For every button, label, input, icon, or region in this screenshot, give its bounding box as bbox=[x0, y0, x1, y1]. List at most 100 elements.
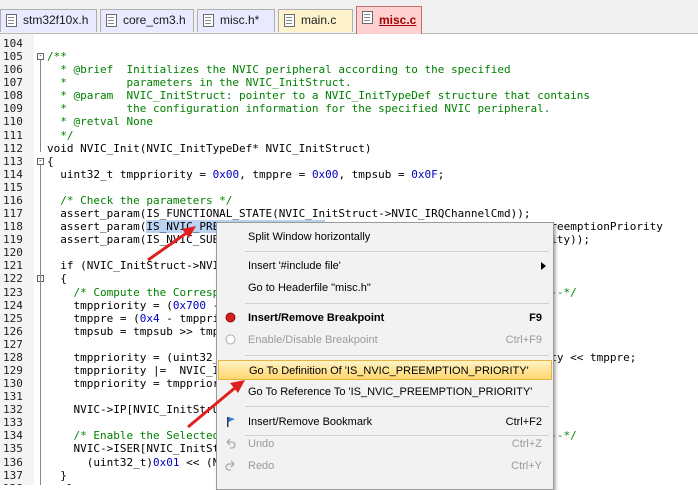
line-number: 129 bbox=[3, 364, 23, 377]
line-number: 128 bbox=[3, 350, 23, 364]
tab-label: misc.h* bbox=[220, 13, 260, 27]
menu-separator bbox=[245, 303, 549, 304]
menu-shortcut: Ctrl+F2 bbox=[505, 416, 542, 428]
line-number: 130 bbox=[3, 377, 23, 391]
tab-label: misc.c bbox=[379, 13, 417, 27]
fold-guide bbox=[40, 60, 41, 152]
code-line[interactable]: 109 * the configuration information for … bbox=[0, 102, 698, 115]
tab-label: main.c bbox=[301, 13, 337, 27]
line-number: 107 bbox=[3, 76, 23, 90]
fold-guide bbox=[40, 164, 41, 485]
line-number: 113 bbox=[3, 154, 23, 168]
menu-item-label: Go To Definition Of 'IS_NVIC_PREEMPTION_… bbox=[249, 365, 529, 377]
line-number: 117 bbox=[3, 207, 23, 221]
menu-shortcut: Ctrl+Z bbox=[511, 438, 542, 450]
code-text: { bbox=[47, 154, 54, 168]
tab-main-c[interactable]: main.c bbox=[278, 9, 353, 32]
menu-item-label: Insert/Remove Breakpoint bbox=[248, 312, 385, 324]
menu-item-goto-reference[interactable]: Go To Reference To 'IS_NVIC_PREEMPTION_P… bbox=[218, 382, 552, 402]
file-icon bbox=[203, 14, 214, 27]
menu-item-enable-disable-breakpoint[interactable]: Enable/Disable Breakpoint Ctrl+F9 bbox=[218, 330, 552, 350]
menu-item-insert-remove-bookmark[interactable]: Insert/Remove Bookmark Ctrl+F2 bbox=[218, 412, 552, 432]
code-line[interactable]: 107 * parameters in the NVIC_InitStruct. bbox=[0, 76, 698, 89]
menu-item-label: Insert '#include file' bbox=[248, 260, 341, 272]
code-line[interactable]: 105 /** bbox=[0, 50, 698, 63]
line-number: 135 bbox=[3, 442, 23, 456]
breakpoint-disabled-icon bbox=[225, 334, 236, 345]
line-number: 126 bbox=[3, 324, 23, 338]
tab-core-cm3-h[interactable]: core_cm3.h bbox=[100, 9, 194, 32]
code-line[interactable]: 115 bbox=[0, 181, 698, 194]
line-number: 105 bbox=[3, 50, 23, 64]
line-number: 132 bbox=[3, 403, 23, 417]
line-number: 122 bbox=[3, 272, 23, 286]
file-icon bbox=[362, 11, 373, 24]
menu-item-label: Go to Headerfile "misc.h" bbox=[248, 282, 371, 294]
line-number: 116 bbox=[3, 193, 23, 207]
fold-toggle-icon[interactable]: - bbox=[37, 53, 44, 61]
line-number: 123 bbox=[3, 285, 23, 299]
menu-separator bbox=[245, 406, 549, 407]
tab-stm32f10x-h[interactable]: stm32f10x.h bbox=[0, 9, 97, 32]
editor-tab-bar: stm32f10x.h core_cm3.h misc.h* main.c mi… bbox=[0, 0, 698, 34]
line-number: 108 bbox=[3, 89, 23, 103]
menu-item-label: Enable/Disable Breakpoint bbox=[248, 334, 378, 346]
code-line[interactable]: 116 /* Check the parameters */ bbox=[0, 194, 698, 207]
line-number: 111 bbox=[3, 128, 23, 142]
menu-shortcut: F9 bbox=[529, 312, 542, 324]
code-line[interactable]: 113 { bbox=[0, 155, 698, 168]
line-number: 134 bbox=[3, 429, 23, 443]
code-text: } bbox=[47, 468, 67, 482]
menu-item-goto-headerfile[interactable]: Go to Headerfile "misc.h" bbox=[218, 278, 552, 298]
line-number: 121 bbox=[3, 259, 23, 273]
line-number: 114 bbox=[3, 167, 23, 181]
code-line[interactable]: 112 void NVIC_Init(NVIC_InitTypeDef* NVIC… bbox=[0, 142, 698, 155]
menu-separator bbox=[245, 355, 549, 356]
code-text: { bbox=[47, 272, 67, 286]
code-line[interactable]: 117 assert_param(IS_FUNCTIONAL_STATE(NVI… bbox=[0, 207, 698, 220]
menu-item-label: Insert/Remove Bookmark bbox=[248, 416, 373, 428]
code-line[interactable]: 108 * @param NVIC_InitStruct: pointer to… bbox=[0, 89, 698, 102]
line-number: 109 bbox=[3, 102, 23, 116]
line-number: 127 bbox=[3, 337, 23, 351]
line-number: 137 bbox=[3, 468, 23, 482]
line-number: 118 bbox=[3, 220, 23, 234]
menu-item-label: Split Window horizontally bbox=[248, 231, 371, 243]
line-number: 110 bbox=[3, 115, 23, 129]
line-number: 106 bbox=[3, 63, 23, 77]
bookmark-flag-icon bbox=[227, 417, 235, 427]
code-text: * @brief Initializes the NVIC peripheral… bbox=[47, 63, 511, 77]
code-text: assert_param(IS_FUNCTIONAL_STATE(NVIC_In… bbox=[47, 207, 531, 221]
context-menu: Split Window horizontally Insert '#inclu… bbox=[216, 222, 554, 490]
menu-shortcut: Ctrl+F9 bbox=[505, 334, 542, 346]
line-number: 119 bbox=[3, 233, 23, 247]
menu-item-goto-definition[interactable]: Go To Definition Of 'IS_NVIC_PREEMPTION_… bbox=[218, 360, 552, 380]
code-text: * @param NVIC_InitStruct: pointer to a N… bbox=[47, 89, 591, 103]
menu-item-split-window[interactable]: Split Window horizontally bbox=[218, 227, 552, 247]
line-number: 124 bbox=[3, 298, 23, 312]
menu-item-insert-include[interactable]: Insert '#include file' bbox=[218, 256, 552, 276]
code-line[interactable]: 111 */ bbox=[0, 129, 698, 142]
menu-item-insert-remove-breakpoint[interactable]: Insert/Remove Breakpoint F9 bbox=[218, 308, 552, 328]
code-line[interactable]: 114 uint32_t tmppriority = 0x00, tmppre … bbox=[0, 168, 698, 181]
line-number: 120 bbox=[3, 246, 23, 260]
menu-separator bbox=[245, 251, 549, 252]
menu-item-undo[interactable]: Undo Ctrl+Z bbox=[218, 434, 552, 454]
code-line[interactable]: 106 * @brief Initializes the NVIC periph… bbox=[0, 63, 698, 76]
code-text: * parameters in the NVIC_InitStruct. bbox=[47, 76, 352, 90]
code-text: /* Check the parameters */ bbox=[47, 193, 233, 207]
line-number: 131 bbox=[3, 390, 23, 404]
tab-misc-c[interactable]: misc.c bbox=[356, 6, 422, 34]
line-number: 112 bbox=[3, 141, 23, 155]
fold-toggle-icon[interactable]: - bbox=[37, 157, 44, 165]
code-text: /** bbox=[47, 50, 67, 64]
menu-shortcut: Ctrl+Y bbox=[511, 460, 542, 472]
undo-icon bbox=[226, 438, 236, 449]
code-line[interactable]: 104 bbox=[0, 37, 698, 50]
tab-label: core_cm3.h bbox=[123, 13, 186, 27]
code-line[interactable]: 110 * @retval None bbox=[0, 115, 698, 128]
line-number: 115 bbox=[3, 180, 23, 194]
code-text: uint32_t tmppriority = 0x00, tmppre = 0x… bbox=[47, 167, 445, 181]
tab-misc-h[interactable]: misc.h* bbox=[197, 9, 275, 32]
menu-item-redo[interactable]: Redo Ctrl+Y bbox=[218, 456, 552, 476]
